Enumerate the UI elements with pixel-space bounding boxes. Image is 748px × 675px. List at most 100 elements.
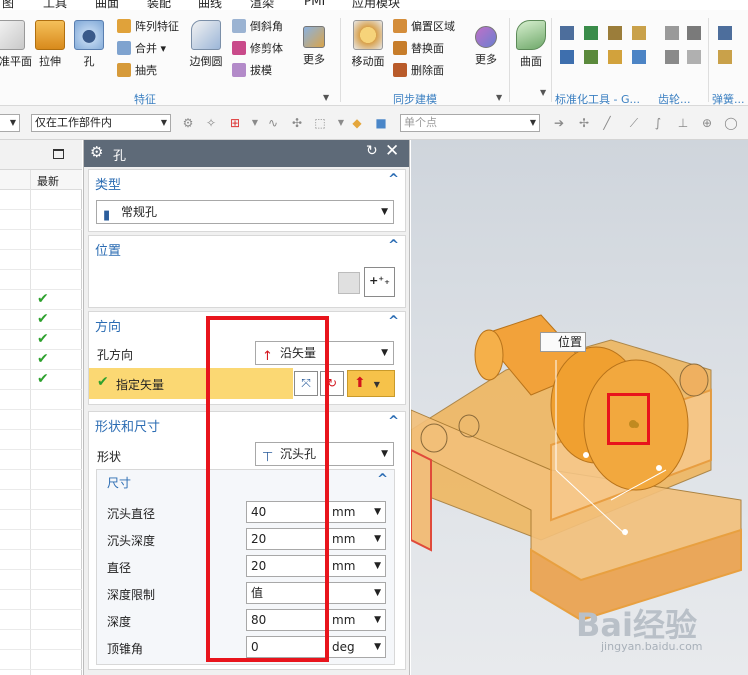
list-item[interactable]	[0, 510, 82, 530]
list-item[interactable]	[0, 410, 82, 430]
chevron-up-icon[interactable]: ^	[388, 414, 399, 429]
list-item[interactable]	[0, 470, 82, 490]
delete-face-button[interactable]: 删除面	[393, 62, 444, 78]
depth-unit[interactable]: mm ▼	[328, 609, 386, 631]
gear-icon[interactable]	[687, 50, 701, 64]
unite-button[interactable]: 合并 ▾	[117, 40, 166, 56]
scope-filter-combo[interactable]: 仅在工作部件内 ▼	[31, 114, 171, 132]
snap-end-icon[interactable]: ✢	[577, 116, 591, 130]
counterbore-depth-unit[interactable]: mm ▼	[328, 528, 386, 550]
tool-icon[interactable]	[560, 50, 574, 64]
list-item[interactable]	[0, 210, 82, 230]
tool-icon[interactable]	[632, 26, 646, 40]
spring-icon[interactable]	[718, 26, 732, 40]
list-item[interactable]	[0, 390, 82, 410]
chevron-down-icon[interactable]: ▼	[334, 116, 348, 130]
hole-button[interactable]: 孔	[72, 20, 106, 69]
gear-icon[interactable]	[665, 26, 679, 40]
menu-item-surface[interactable]: 曲面	[95, 0, 119, 10]
tool-icon[interactable]	[560, 26, 574, 40]
counterbore-diameter-unit[interactable]: mm ▼	[328, 501, 386, 523]
list-item[interactable]	[0, 450, 82, 470]
list-item[interactable]	[0, 650, 82, 670]
list-item[interactable]	[0, 270, 82, 290]
tool-icon[interactable]	[584, 26, 598, 40]
menu-item-tools[interactable]: 工具	[43, 0, 67, 10]
list-item[interactable]: ✔	[0, 370, 82, 390]
select-solid-icon[interactable]: ◆	[350, 116, 364, 130]
sketch-section-icon[interactable]	[338, 272, 360, 294]
list-item[interactable]: ✔	[0, 330, 82, 350]
snap-perpendicular-icon[interactable]: ⊥	[676, 116, 690, 130]
chevron-down-icon[interactable]: ▼	[496, 93, 502, 102]
gear-icon[interactable]	[687, 26, 701, 40]
chevron-down-icon[interactable]: ▼	[248, 116, 262, 130]
pattern-feature-button[interactable]: 阵列特征	[117, 18, 179, 34]
rectangle-select-icon[interactable]: ⬚	[313, 116, 327, 130]
replace-face-button[interactable]: 替换面	[393, 40, 444, 56]
snap-curve-icon[interactable]: ∫	[651, 116, 665, 130]
menu-item-view[interactable]: 图	[2, 0, 14, 10]
edge-blend-button[interactable]: 边倒圆	[186, 20, 226, 69]
shell-button[interactable]: 抽壳	[117, 62, 157, 78]
position-section-header[interactable]: 位置 ^	[89, 236, 405, 260]
spring-icon[interactable]	[718, 50, 732, 64]
snap-point-combo[interactable]: 单个点 ▼	[400, 114, 540, 132]
list-item[interactable]	[0, 430, 82, 450]
maximize-icon[interactable]	[53, 149, 64, 159]
select-body-icon[interactable]: ✧	[204, 116, 218, 130]
type-filter-combo[interactable]: ▼	[0, 114, 20, 132]
more-features-button[interactable]: 更多	[298, 26, 330, 67]
latest-column-label[interactable]: 最新	[37, 173, 59, 189]
close-icon[interactable]: ✕	[385, 141, 399, 161]
select-point-icon[interactable]: ✣	[290, 116, 304, 130]
menu-item-render[interactable]: 渲染	[250, 0, 274, 10]
move-face-button[interactable]: 移动面	[346, 20, 390, 69]
more-sync-button[interactable]: 更多	[470, 26, 502, 67]
chevron-up-icon[interactable]: ^	[388, 238, 399, 253]
chevron-up-icon[interactable]: ^	[388, 314, 399, 329]
list-item[interactable]	[0, 190, 82, 210]
snap-circle-icon[interactable]: ◯	[724, 116, 738, 130]
list-item[interactable]	[0, 490, 82, 510]
select-sheet-icon[interactable]: ■	[374, 116, 388, 130]
chevron-up-icon[interactable]: ^	[377, 472, 388, 487]
select-feature-icon[interactable]: ⚙	[181, 116, 195, 130]
chamfer-button[interactable]: 倒斜角	[232, 18, 283, 34]
list-item[interactable]	[0, 530, 82, 550]
graphics-viewport[interactable]: 位置 Bai经验 jingyan.baidu.com	[411, 140, 748, 675]
list-item[interactable]: ✔	[0, 350, 82, 370]
gear-icon[interactable]: ⚙	[90, 143, 103, 161]
select-curve-icon[interactable]: ∿	[266, 116, 280, 130]
gear-icon[interactable]	[665, 50, 679, 64]
draft-button[interactable]: 拔模	[232, 62, 272, 78]
list-item[interactable]: ✔	[0, 310, 82, 330]
datum-plane-button[interactable]: 基准平面	[0, 20, 32, 69]
trim-body-button[interactable]: 修剪体	[232, 40, 283, 56]
snap-line-icon[interactable]: ╱	[600, 116, 614, 130]
menu-item-assembly[interactable]: 装配	[147, 0, 171, 10]
type-section-header[interactable]: 类型 ^	[89, 170, 405, 194]
list-item[interactable]: ✔	[0, 290, 82, 310]
select-region-icon[interactable]: ⊞	[228, 116, 242, 130]
list-item[interactable]	[0, 230, 82, 250]
list-item[interactable]	[0, 630, 82, 650]
snap-mid-icon[interactable]: ⟋	[627, 116, 641, 130]
list-item[interactable]	[0, 550, 82, 570]
list-item[interactable]	[0, 610, 82, 630]
list-item[interactable]	[0, 250, 82, 270]
specify-point-icon[interactable]: +⁺₊	[364, 267, 395, 297]
list-item[interactable]	[0, 570, 82, 590]
menu-item-application[interactable]: 应用模块	[352, 0, 400, 10]
tool-icon[interactable]	[632, 50, 646, 64]
tool-icon[interactable]	[608, 26, 622, 40]
hole-type-combo[interactable]: ▮ 常规孔 ▼	[96, 200, 394, 224]
offset-region-button[interactable]: 偏置区域	[393, 18, 455, 34]
menu-item-pmi[interactable]: PMI	[304, 0, 325, 8]
tip-angle-unit[interactable]: deg ▼	[328, 636, 386, 658]
chevron-up-icon[interactable]: ^	[388, 172, 399, 187]
chevron-down-icon[interactable]: ▼	[323, 93, 329, 102]
extrude-button[interactable]: 拉伸	[32, 20, 68, 69]
tool-icon[interactable]	[584, 50, 598, 64]
tool-icon[interactable]	[608, 50, 622, 64]
